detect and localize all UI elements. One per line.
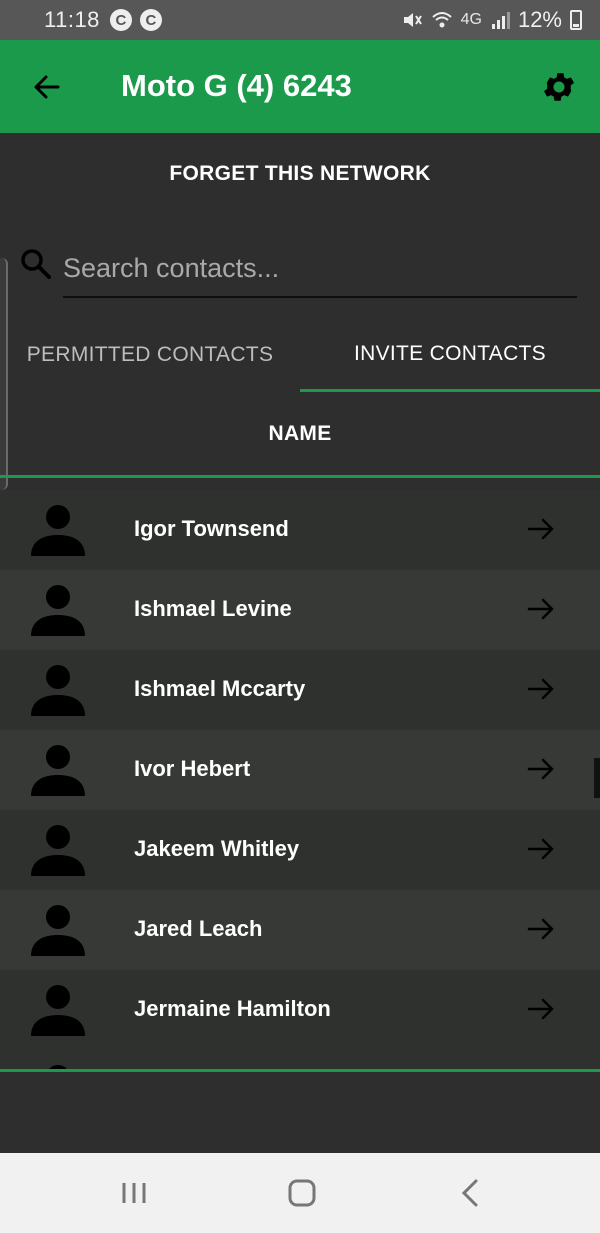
list-item[interactable]: Igor Townsend [0, 490, 600, 570]
wifi-icon [431, 12, 452, 28]
column-header-name[interactable]: NAME [0, 392, 600, 478]
app-bar: Moto G (4) 6243 [0, 40, 600, 133]
c-notification-icon: C [109, 9, 132, 31]
tab-bar: PERMITTED CONTACTS INVITE CONTACTS [0, 318, 600, 392]
contact-name: Jermaine Hamilton [134, 996, 331, 1021]
list-item[interactable]: Jermaine Hamilton [0, 970, 600, 1050]
page-title: Moto G (4) 6243 [121, 68, 352, 103]
back-arrow-icon[interactable] [30, 70, 64, 104]
contact-name: Ivor Hebert [134, 756, 251, 781]
list-item[interactable]: Ishmael Levine [0, 570, 600, 650]
mute-icon [403, 13, 422, 27]
person-icon [31, 825, 85, 876]
c-notification-icon: C [139, 9, 162, 31]
list-item[interactable] [0, 1050, 600, 1070]
contact-name: Jakeem Whitley [134, 836, 300, 861]
search-icon [21, 249, 51, 279]
gear-icon[interactable] [540, 68, 578, 106]
list-divider [0, 1069, 600, 1072]
signal-icon [491, 12, 510, 29]
forward-arrow-icon[interactable] [526, 834, 556, 864]
scrollbar-thumb[interactable] [594, 758, 600, 798]
person-icon [31, 665, 85, 716]
person-icon [31, 905, 85, 956]
forward-arrow-icon[interactable] [526, 994, 556, 1024]
battery-charging-icon [570, 10, 582, 30]
list-item[interactable]: Ishmael Mccarty [0, 650, 600, 730]
network-type: 4G [460, 11, 482, 28]
forward-arrow-icon[interactable] [526, 674, 556, 704]
status-bar: 11:18 C C 4G 12% [0, 0, 600, 40]
forward-arrow-icon[interactable] [526, 754, 556, 784]
tab-invite-contacts[interactable]: INVITE CONTACTS [300, 318, 600, 392]
search-input[interactable] [63, 240, 577, 298]
contact-list: Igor Townsend Ishmael Levine Ishmael Mccar… [0, 490, 600, 1070]
tab-permitted-contacts[interactable]: PERMITTED CONTACTS [0, 318, 300, 392]
status-time: 11:18 [44, 7, 100, 32]
person-icon [31, 745, 85, 796]
recents-icon[interactable] [114, 1177, 154, 1209]
contact-name: Jared Leach [134, 916, 263, 941]
forward-arrow-icon[interactable] [526, 514, 556, 544]
list-item[interactable]: Jared Leach [0, 890, 600, 970]
person-icon [31, 505, 85, 556]
forget-network-button[interactable]: FORGET THIS NETWORK [0, 150, 600, 198]
contact-name: Ishmael Mccarty [134, 676, 306, 701]
person-icon [31, 985, 85, 1036]
person-icon [31, 585, 85, 636]
battery-percent: 12% [517, 7, 562, 32]
status-icons: 4G 12% [401, 7, 582, 33]
list-item[interactable]: Jakeem Whitley [0, 810, 600, 890]
forward-arrow-icon[interactable] [526, 594, 556, 624]
contact-name: Ishmael Levine [134, 596, 292, 621]
home-icon[interactable] [282, 1177, 322, 1209]
forward-arrow-icon[interactable] [526, 914, 556, 944]
contact-name: Igor Townsend [134, 516, 289, 541]
navigation-bar [0, 1153, 600, 1233]
back-icon[interactable] [452, 1177, 492, 1209]
list-item[interactable]: Ivor Hebert [0, 730, 600, 810]
